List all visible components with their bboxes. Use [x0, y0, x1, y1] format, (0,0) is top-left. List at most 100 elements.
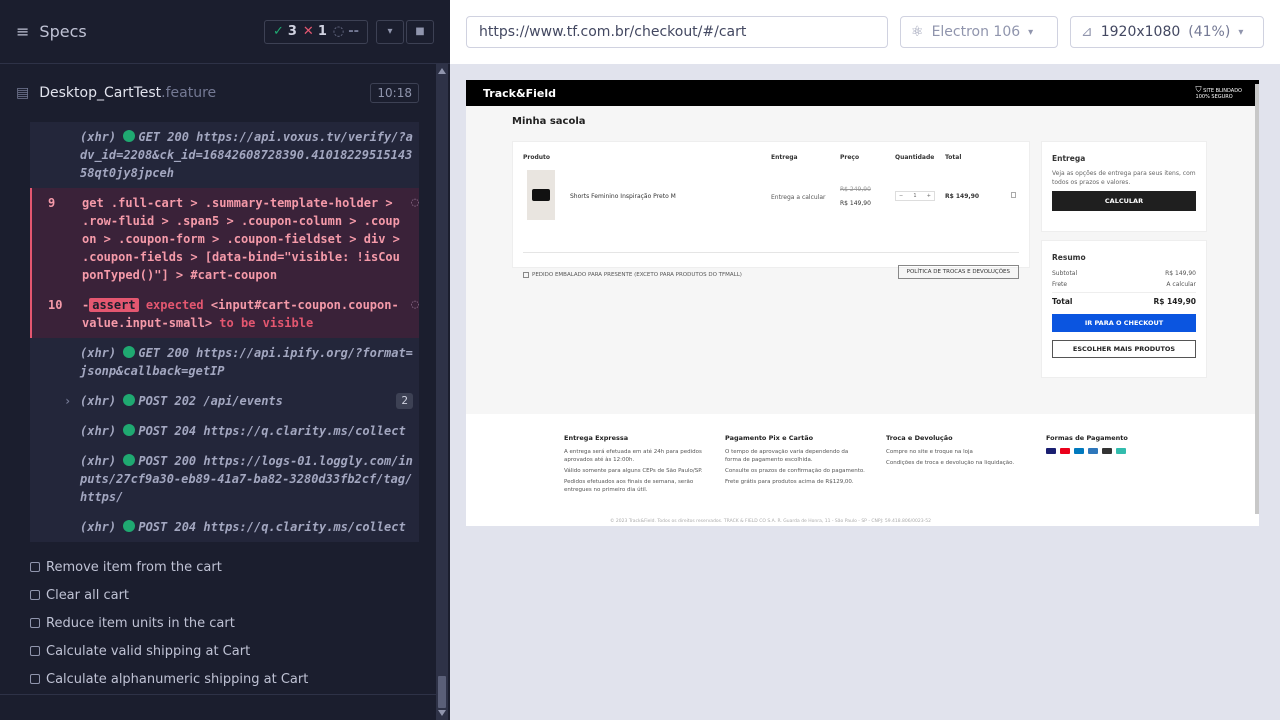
menu-icon: ≡ — [16, 22, 30, 41]
checkbox-icon — [30, 674, 40, 684]
plus-icon[interactable]: + — [927, 193, 931, 199]
failed-count: 1 — [317, 24, 327, 39]
scroll-up-arrow-icon[interactable] — [438, 68, 446, 74]
log-entry-get[interactable]: 9 get .full-cart > .summary-template-hol… — [30, 188, 419, 290]
site-logo[interactable]: Track&Field — [483, 87, 556, 100]
url-bar[interactable]: https://www.tf.com.br/checkout/#/cart — [466, 16, 888, 48]
viewport-select[interactable]: ⊿ 1920x1080 (41%) ▾ — [1070, 16, 1264, 48]
status-dot-icon — [123, 346, 136, 358]
quantity-stepper[interactable]: − 1 + — [895, 191, 935, 201]
check-icon: ✓ — [272, 24, 284, 39]
aut-header: https://www.tf.com.br/checkout/#/cart ⚛ … — [450, 0, 1280, 64]
status-dot-icon — [123, 520, 136, 532]
secure-badge: ⛉ SITE BLINDADO 100% SEGURO — [1195, 84, 1242, 100]
status-dot-icon — [123, 454, 136, 466]
pix-icon — [1116, 448, 1126, 454]
shipping-desc: Veja as opções de entrega para seus iten… — [1052, 170, 1196, 186]
gift-option[interactable]: PEDIDO EMBALADO PARA PRESENTE (EXCETO PA… — [523, 272, 742, 278]
specs-toggle[interactable]: ≡ Specs — [16, 22, 87, 41]
shipping-box: Entrega Veja as opções de entrega para s… — [1041, 141, 1207, 232]
mastercard-icon — [1060, 448, 1070, 454]
ruler-icon: ⊿ — [1081, 24, 1093, 40]
log-entry-assert[interactable]: 10 - assert expected <input#cart-coupon.c… — [30, 290, 419, 338]
checkbox-icon — [30, 590, 40, 600]
status-dot-icon — [123, 424, 136, 436]
status-dot-icon — [123, 394, 136, 406]
checkbox-icon[interactable] — [523, 272, 529, 278]
test-item[interactable]: Clear all cart — [30, 581, 430, 609]
app-under-test-panel: https://www.tf.com.br/checkout/#/cart ⚛ … — [450, 0, 1280, 720]
spinner-icon: ◌ — [332, 24, 345, 39]
specs-header: ≡ Specs ✓ 3 ✕ 1 ◌ -- ▾ ■ — [0, 0, 450, 64]
log-scrollbar[interactable] — [436, 64, 448, 720]
duration: 10:18 — [370, 83, 419, 103]
chevron-down-icon: ▾ — [1238, 26, 1244, 38]
cart-page: Minha sacola Produto Entrega Preço Quant… — [466, 106, 1259, 414]
product-image[interactable] — [527, 170, 555, 220]
summary-title: Resumo — [1052, 253, 1086, 262]
passed-count: 3 — [287, 24, 297, 39]
command-log-panel: ≡ Specs ✓ 3 ✕ 1 ◌ -- ▾ ■ ▤ Desktop_CartTest… — [0, 0, 450, 720]
product-name[interactable]: Shorts Feminino Inspiração Preto M — [570, 193, 676, 200]
continue-shopping-button[interactable]: ESCOLHER MAIS PRODUTOS — [1052, 340, 1196, 358]
log-entry-xhr[interactable]: (xhr) POST 204 https://q.clarity.ms/coll… — [30, 416, 419, 446]
line-total: R$ 149,90 — [945, 193, 980, 200]
browser-select[interactable]: ⚛ Electron 106 ▾ — [900, 16, 1058, 48]
log-entry-xhr[interactable]: (xhr) GET 200 https://api.ipify.org/?for… — [30, 338, 419, 386]
footer-col-payment: Pagamento Pix e Cartão O tempo de aprova… — [725, 434, 865, 485]
iframe-scrollbar[interactable] — [1255, 84, 1259, 514]
command-log: (xhr) GET 200 https://api.voxus.tv/verif… — [30, 122, 419, 542]
shipping-title: Entrega — [1052, 154, 1086, 163]
delivery-status: Entrega a calcular — [771, 194, 826, 201]
page-title: Minha sacola — [512, 116, 586, 127]
log-entry-xhr-group[interactable]: › (xhr) POST 202 /api/events 2 — [30, 386, 419, 416]
cart-table: Produto Entrega Preço Quantidade Total S… — [512, 141, 1030, 279]
chevron-down-icon: ▾ — [1028, 26, 1034, 38]
trash-icon[interactable] — [1011, 192, 1016, 198]
log-entry-xhr[interactable]: (xhr) POST 204 https://q.clarity.ms/coll… — [30, 512, 419, 542]
test-item[interactable]: Calculate alphanumeric shipping at Cart — [30, 665, 430, 693]
aut-iframe[interactable]: Track&Field ⛉ SITE BLINDADO 100% SEGURO … — [466, 80, 1259, 526]
x-icon: ✕ — [302, 24, 314, 39]
spec-file-name[interactable]: Desktop_CartTest.feature — [39, 85, 216, 101]
test-item[interactable]: Reduce item units in the cart — [30, 609, 430, 637]
log-entry-xhr[interactable]: (xhr) GET 200 https://api.voxus.tv/verif… — [30, 122, 419, 188]
shield-icon: ⛉ — [1195, 84, 1202, 94]
scroll-thumb[interactable] — [438, 676, 446, 708]
status-dot-icon — [123, 130, 136, 142]
divider — [0, 694, 436, 695]
test-list: Remove item from the cart Clear all cart… — [30, 553, 430, 693]
footer-col-payment-methods: Formas de Pagamento — [1046, 434, 1186, 454]
price: R$ 149,90 — [840, 200, 871, 207]
test-item[interactable]: Calculate valid shipping at Cart — [30, 637, 430, 665]
stop-button[interactable]: ■ — [406, 19, 434, 44]
divider — [523, 252, 1019, 253]
copyright: © 2023 Track&Field. Todos os direitos re… — [610, 519, 931, 524]
request-count-badge: 2 — [396, 393, 413, 409]
total-row: Total R$ 149,90 — [1052, 292, 1196, 308]
summary-box: Resumo Subtotal R$ 149,90 Frete A calcular… — [1041, 240, 1207, 378]
electron-icon: ⚛ — [911, 24, 924, 40]
file-icon: ▤ — [16, 85, 30, 101]
stats-box: ✓ 3 ✕ 1 ◌ -- — [263, 19, 368, 44]
spec-file-bar: ▤ Desktop_CartTest.feature 10:18 — [16, 78, 419, 108]
visa-icon — [1046, 448, 1056, 454]
calculate-button[interactable]: CALCULAR — [1052, 191, 1196, 211]
scroll-down-arrow-icon[interactable] — [438, 710, 446, 716]
checkout-button[interactable]: IR PARA O CHECKOUT — [1052, 314, 1196, 332]
eye-off-icon: ◌ — [411, 195, 419, 210]
specs-title: Specs — [39, 22, 87, 41]
stats: ✓ 3 ✕ 1 ◌ -- ▾ ■ — [263, 19, 434, 44]
policy-button[interactable]: POLÍTICA DE TROCAS E DEVOLUÇÕES — [897, 265, 1019, 279]
log-entry-xhr[interactable]: (xhr) POST 200 https://logs-01.loggly.co… — [30, 446, 419, 512]
payment-icons — [1046, 448, 1186, 454]
dropdown-button[interactable]: ▾ — [376, 19, 404, 44]
checkbox-icon — [30, 646, 40, 656]
footer-col-delivery: Entrega Expressa A entrega será efetuada… — [564, 434, 703, 493]
amex-icon — [1088, 448, 1098, 454]
test-item[interactable]: Remove item from the cart — [30, 553, 430, 581]
site-footer: Entrega Expressa A entrega será efetuada… — [466, 414, 1259, 526]
footer-col-exchange: Troca e Devolução Compre no site e troqu… — [886, 434, 1015, 466]
old-price: R$ 249,90 — [840, 186, 871, 193]
minus-icon[interactable]: − — [899, 193, 903, 199]
